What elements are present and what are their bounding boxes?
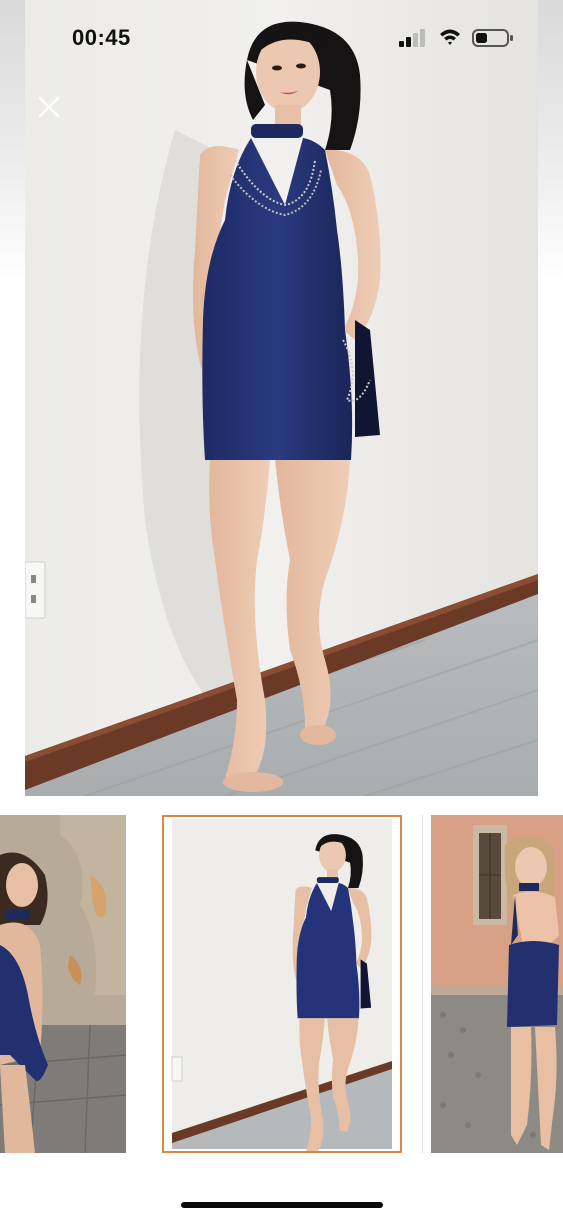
close-icon (38, 96, 60, 118)
thumbnail-item-1[interactable] (0, 815, 142, 1153)
home-indicator[interactable] (181, 1202, 383, 1208)
thumbnail-strip (0, 815, 563, 1155)
wifi-icon (438, 27, 462, 47)
thumbnail-item-2-selected[interactable] (162, 815, 402, 1153)
thumbnail-item-3[interactable] (422, 815, 563, 1153)
battery-low-icon (472, 28, 514, 48)
left-gutter (0, 0, 25, 796)
status-time: 00:45 (72, 25, 131, 50)
right-gutter (538, 0, 563, 796)
cellular-signal-icon (398, 28, 428, 48)
main-product-image[interactable] (25, 0, 538, 796)
close-button[interactable] (34, 92, 64, 122)
